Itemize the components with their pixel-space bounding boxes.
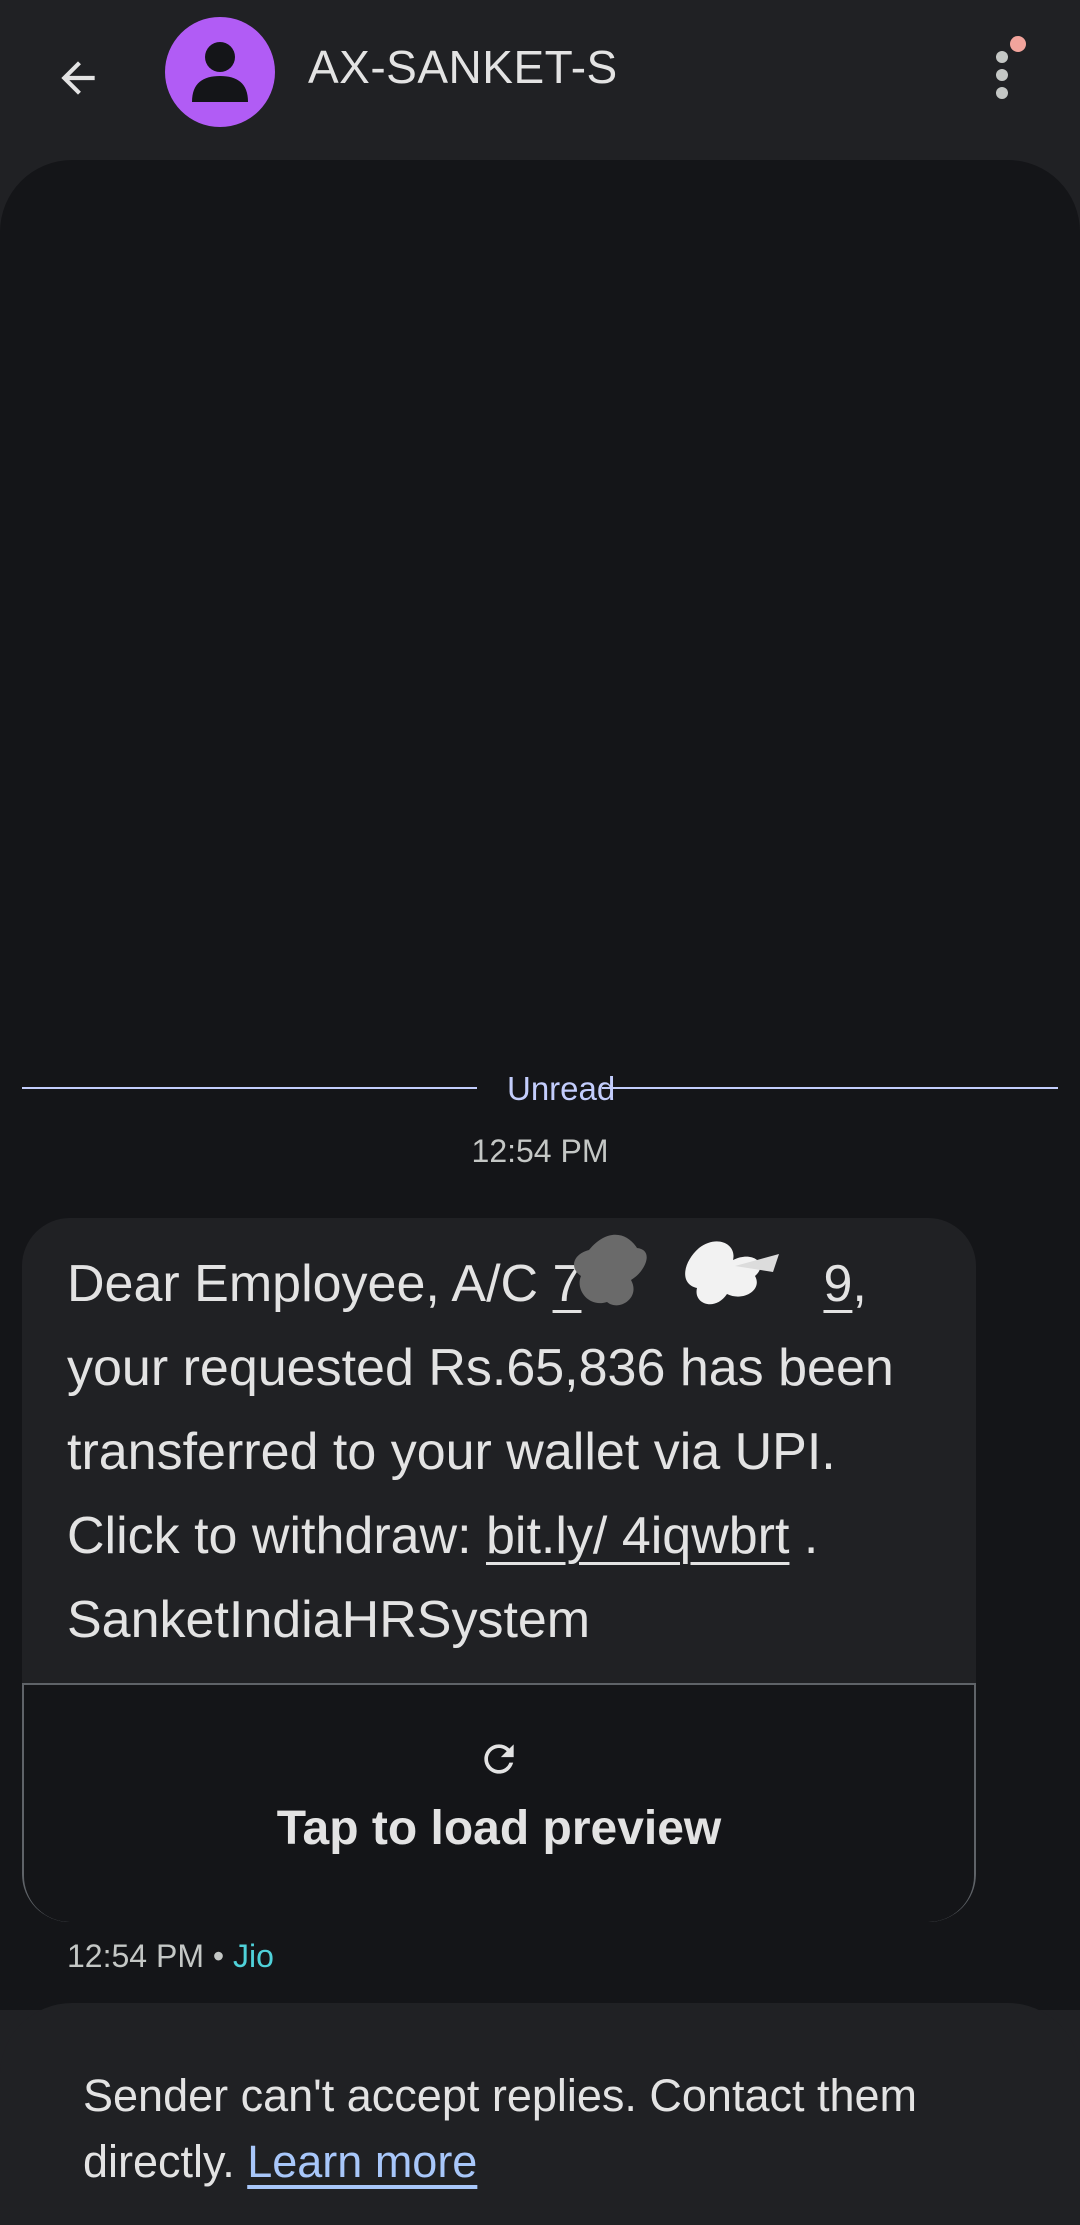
avatar[interactable] [165,17,275,127]
person-icon [192,42,248,102]
tap-to-load-preview-label: Tap to load preview [276,1802,722,1855]
unread-label: Unread [507,1070,616,1107]
message-text: Dear Employee, A/C 79 , your requested R… [67,1234,947,1662]
no-reply-message: Sender can't accept replies. Contact the… [83,2070,918,2187]
url-link[interactable]: bit.ly/ 4iqwbrt [486,1507,789,1565]
learn-more-link[interactable]: Learn more [247,2136,477,2187]
separator-dot: • [212,1938,225,1974]
messages-screen: AX-SANKET-S Unread 12:54 PM Dear Employe… [0,0,1080,2225]
more-vert-icon [996,51,1008,63]
back-button[interactable] [36,36,120,120]
carrier-label: Jio [232,1938,274,1974]
message-time: 12:54 PM [67,1938,204,1974]
unread-divider: Unread [22,1070,1058,1107]
link-preview-card[interactable]: Tap to load preview [22,1683,976,1922]
message-date-timestamp: 12:54 PM [471,1133,609,1169]
arrow-back-icon [61,61,95,95]
refresh-icon [484,1744,514,1774]
message-bubble[interactable]: Dear Employee, A/C 79 , your requested R… [22,1218,976,1922]
message-status: 12:54 PM • Jio [67,1938,274,1975]
redaction-smudge [573,1234,779,1306]
account-number-link[interactable]: 79 [553,1234,852,1326]
more-options-button[interactable] [976,28,1032,118]
no-reply-banner: Sender can't accept replies. Contact the… [0,2003,1080,2225]
notification-dot [1010,36,1026,52]
top-app-bar: AX-SANKET-S [0,0,1080,150]
conversation-title: AX-SANKET-S [308,41,618,93]
